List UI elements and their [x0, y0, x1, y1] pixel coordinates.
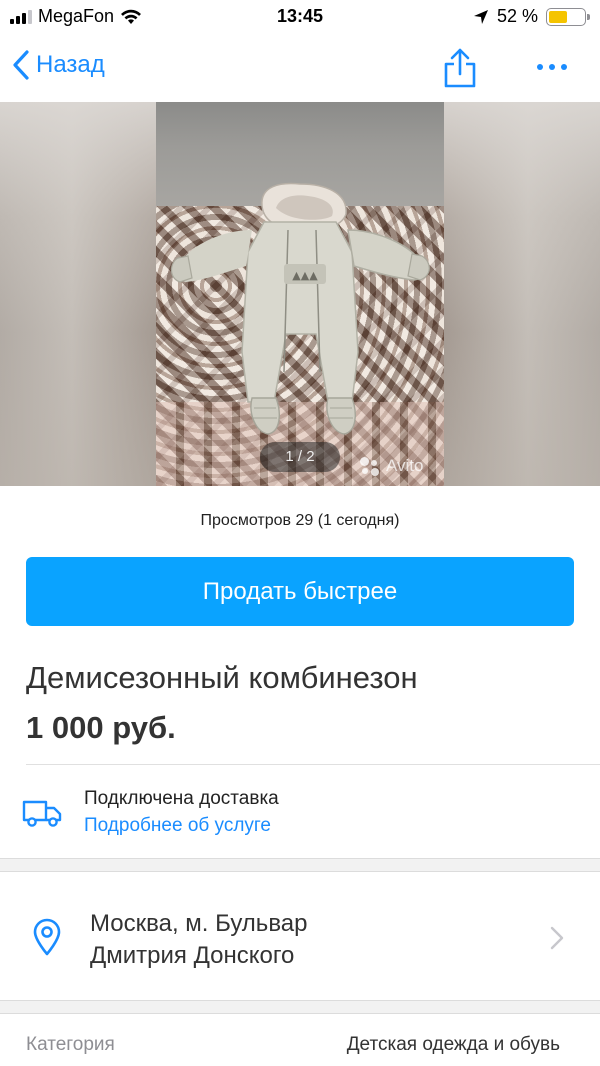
location-row[interactable]: Москва, м. Бульвар Дмитрия Донского: [0, 876, 600, 1000]
section-separator: [0, 858, 600, 872]
category-row: Категория Детская одежда и обувь: [0, 1016, 600, 1066]
category-value: Детская одежда и обувь: [346, 1034, 560, 1055]
listing-title: Демисезонный комбинезон: [26, 660, 418, 695]
back-label: Назад: [36, 51, 105, 78]
listing-price: 1 000 руб.: [26, 710, 176, 745]
status-right: 52 %: [473, 6, 590, 27]
watermark-text: Avito: [386, 456, 424, 475]
photo-gallery[interactable]: ▲▲▲ 1 / 2 Avito: [0, 102, 600, 486]
avito-logo-icon: [360, 457, 382, 476]
location-address: Москва, м. Бульвар Дмитрия Донского: [90, 908, 510, 972]
chevron-left-icon: [13, 50, 29, 80]
divider: [26, 764, 600, 765]
delivery-details-link[interactable]: Подробнее об услуге: [84, 815, 271, 837]
more-dots-icon[interactable]: [528, 52, 576, 82]
location-arrow-icon: [473, 9, 488, 24]
location-line-1: Москва, м. Бульвар: [90, 910, 308, 937]
delivery-title: Подключена доставка: [84, 788, 279, 809]
snowsuit-image: ▲▲▲: [170, 182, 430, 435]
svg-text:▲▲▲: ▲▲▲: [292, 269, 318, 282]
delivery-section: Подключена доставка Подробнее об услуге: [0, 784, 600, 844]
chevron-right-icon: [550, 926, 564, 950]
battery-icon: [546, 7, 590, 26]
battery-fill: [549, 10, 567, 23]
section-separator: [0, 1000, 600, 1014]
share-icon[interactable]: [440, 46, 480, 90]
battery-percent: 52 %: [496, 6, 538, 26]
status-bar: MegaFon 13:45 52 %: [0, 0, 600, 36]
listing-photo[interactable]: ▲▲▲ 1 / 2 Avito: [156, 102, 444, 486]
sell-faster-button[interactable]: Продать быстрее: [26, 557, 574, 626]
carrier-name: MegaFon: [38, 6, 115, 26]
location-line-2: Дмитрия Донского: [90, 942, 295, 969]
nav-bar: Назад: [0, 36, 600, 102]
avito-watermark: Avito: [360, 456, 424, 476]
location-pin-icon: [33, 918, 61, 956]
photo-counter: 1 / 2: [260, 442, 340, 472]
wifi-icon: [121, 9, 142, 24]
category-label: Категория: [26, 1034, 115, 1055]
status-left: MegaFon: [10, 6, 142, 27]
signal-icon: [10, 9, 32, 24]
views-count: Просмотров 29 (1 сегодня): [200, 512, 400, 529]
truck-icon: [22, 800, 62, 827]
back-button[interactable]: Назад: [12, 50, 105, 80]
